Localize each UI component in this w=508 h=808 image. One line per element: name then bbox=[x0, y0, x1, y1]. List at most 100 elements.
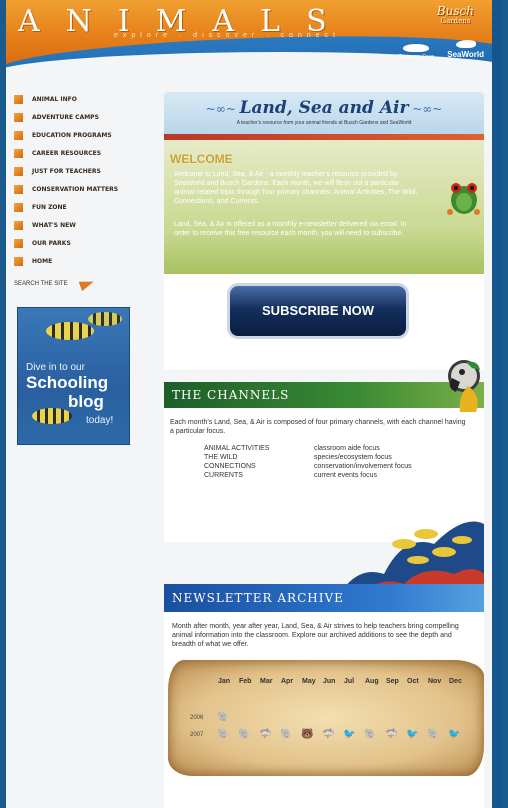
search-site-link[interactable]: SEARCH THE SITE bbox=[14, 276, 95, 292]
swirl-icon: ~∞~ bbox=[408, 102, 443, 116]
channels-heading: THE CHANNELS bbox=[172, 388, 290, 402]
welcome-section: WELCOME Welcome to Land, Sea, & Air - a … bbox=[164, 134, 484, 274]
animal-issue-icon[interactable]: 🐦 bbox=[402, 729, 423, 740]
channel-row: THE WILD species/ecosystem focus bbox=[204, 453, 464, 462]
nav-item-animal-info[interactable]: ANIMAL INFO bbox=[14, 90, 154, 108]
nav-item-label: CAREER RESOURCES bbox=[32, 149, 102, 157]
month-label: Jun bbox=[323, 678, 336, 685]
welcome-paragraph-2: Land, Sea, & Air is offered as a monthly… bbox=[174, 221, 407, 237]
year-label: 2006 bbox=[190, 715, 204, 721]
subscribe-area: SUBSCRIBE NOW bbox=[164, 274, 484, 370]
channel-row: CURRENTS current events focus bbox=[204, 471, 464, 480]
nav-item-adventure-camps[interactable]: ADVENTURE CAMPS bbox=[14, 108, 154, 126]
blog-promo-line1: Dive in to our bbox=[26, 362, 85, 373]
nav-item-label: FUN ZONE bbox=[32, 203, 67, 211]
arrow-pointer-icon bbox=[78, 276, 95, 292]
search-site-label: SEARCH THE SITE bbox=[14, 281, 68, 287]
page-frame: ANIMALS explore · discover · connect Bus… bbox=[6, 0, 502, 808]
archive-scroll: Jan Feb Mar Apr May Jun Jul Aug Sep Oct … bbox=[168, 660, 484, 776]
animal-issue-icon[interactable]: 🦈 bbox=[255, 729, 276, 740]
month-label: Apr bbox=[281, 678, 294, 685]
channels-table: ANIMAL ACTIVITIES classroom aide focus TH… bbox=[204, 444, 464, 480]
animal-issue-icon[interactable]: 🦈 bbox=[381, 729, 402, 740]
archive-intro: Month after month, year after year, Land… bbox=[172, 623, 459, 648]
archive-header: NEWSLETTER ARCHIVE bbox=[164, 584, 484, 612]
channel-focus: species/ecosystem focus bbox=[314, 454, 392, 461]
swirl-icon: ~∞~ bbox=[205, 102, 240, 116]
month-label: Oct bbox=[407, 678, 419, 685]
month-label: May bbox=[302, 678, 316, 685]
animal-issue-icon[interactable]: 🐘 bbox=[423, 729, 444, 740]
page-title-text: Land, Sea and Air bbox=[239, 98, 409, 118]
nav-item-label: ANIMAL INFO bbox=[32, 95, 77, 103]
month-label: Dec bbox=[449, 678, 462, 685]
seaworld-logo[interactable]: SeaWorld bbox=[447, 40, 484, 59]
nav-item-label: ADVENTURE CAMPS bbox=[32, 113, 99, 121]
left-nav: ANIMAL INFO ADVENTURE CAMPS EDUCATION PR… bbox=[14, 90, 154, 270]
animal-issue-icon[interactable]: 🐘 bbox=[213, 712, 234, 723]
channels-intro: Each month's Land, Sea, & Air is compose… bbox=[170, 419, 466, 435]
bullet-icon bbox=[14, 220, 23, 230]
month-label: Aug bbox=[365, 678, 379, 685]
blog-promo-line2: Schooling bbox=[26, 373, 109, 392]
busch-gardens-logo[interactable]: Busch Gardens bbox=[437, 5, 474, 26]
archive-heading: NEWSLETTER ARCHIVE bbox=[172, 591, 344, 605]
channel-name: CURRENTS bbox=[204, 472, 243, 479]
bullet-icon bbox=[14, 166, 23, 176]
month-label: Jan bbox=[218, 678, 231, 685]
dolphin-icon bbox=[403, 44, 430, 52]
blog-promo-line4: today! bbox=[86, 415, 114, 426]
discovery-cove-text: Discovery Cove bbox=[398, 54, 434, 60]
animal-issue-icon[interactable]: 🐦 bbox=[339, 729, 360, 740]
nav-item-label: EDUCATION PROGRAMS bbox=[32, 131, 112, 139]
page-right-border bbox=[492, 0, 502, 808]
discovery-cove-logo[interactable]: Discovery Cove bbox=[399, 44, 434, 60]
channel-name: CONNECTIONS bbox=[204, 463, 256, 470]
month-label: Feb bbox=[239, 678, 252, 685]
archive-months: Jan Feb Mar Apr May Jun Jul Aug Sep Oct … bbox=[218, 678, 470, 685]
channel-row: CONNECTIONS conservation/involvement focu… bbox=[204, 462, 464, 471]
nav-item-whats-new[interactable]: WHAT'S NEW bbox=[14, 216, 154, 234]
nav-item-just-for-teachers[interactable]: JUST FOR TEACHERS bbox=[14, 162, 154, 180]
fish-icon bbox=[46, 322, 94, 340]
month-label: Jul bbox=[344, 678, 355, 685]
animal-issue-icon[interactable]: 🐘 bbox=[213, 729, 234, 740]
nav-item-label: JUST FOR TEACHERS bbox=[32, 167, 101, 175]
animal-issue-icon[interactable]: 🐦 bbox=[444, 729, 465, 740]
channel-focus: conservation/involvement focus bbox=[314, 463, 412, 470]
bullet-icon bbox=[14, 202, 23, 212]
bullet-icon bbox=[14, 256, 23, 266]
busch-logo-sub: Gardens bbox=[440, 17, 471, 25]
month-label: Nov bbox=[428, 678, 442, 685]
nav-item-our-parks[interactable]: OUR PARKS bbox=[14, 234, 154, 252]
newsletter-archive-section: NEWSLETTER ARCHIVE Month after month, ye… bbox=[164, 584, 484, 808]
nav-item-career-resources[interactable]: CAREER RESOURCES bbox=[14, 144, 154, 162]
channel-name: THE WILD bbox=[204, 454, 238, 461]
nav-item-label: OUR PARKS bbox=[32, 239, 71, 247]
welcome-heading: WELCOME bbox=[170, 152, 233, 166]
bullet-icon bbox=[14, 184, 23, 194]
site-tagline: explore · discover · connect bbox=[114, 32, 340, 39]
nav-item-label: CONSERVATION MATTERS bbox=[32, 185, 119, 193]
nav-item-home[interactable]: HOME bbox=[14, 252, 154, 270]
welcome-paragraph-1: Welcome to Land, Sea, & Air - a monthly … bbox=[174, 171, 418, 205]
schooling-blog-promo[interactable]: Dive in to our Schooling blog today! bbox=[17, 307, 130, 445]
animal-issue-icon[interactable]: 🐘 bbox=[276, 729, 297, 740]
bullet-icon bbox=[14, 130, 23, 140]
blog-promo-line3: blog bbox=[68, 392, 104, 411]
shamu-icon bbox=[455, 40, 476, 48]
channel-focus: current events focus bbox=[314, 472, 378, 479]
animal-issue-icon[interactable]: 🐘 bbox=[360, 729, 381, 740]
subscribe-now-button[interactable]: SUBSCRIBE NOW bbox=[230, 286, 406, 336]
nav-item-education-programs[interactable]: EDUCATION PROGRAMS bbox=[14, 126, 154, 144]
animal-issue-icon[interactable]: 🐘 bbox=[234, 729, 255, 740]
year-label: 2007 bbox=[190, 732, 204, 738]
bullet-icon bbox=[14, 148, 23, 158]
bullet-icon bbox=[14, 238, 23, 248]
channels-header: THE CHANNELS bbox=[164, 382, 484, 408]
animal-issue-icon[interactable]: 🦈 bbox=[318, 729, 339, 740]
animal-issue-icon[interactable]: 🐻 bbox=[297, 729, 318, 740]
nav-item-conservation-matters[interactable]: CONSERVATION MATTERS bbox=[14, 180, 154, 198]
fish-icon bbox=[32, 408, 72, 424]
nav-item-fun-zone[interactable]: FUN ZONE bbox=[14, 198, 154, 216]
